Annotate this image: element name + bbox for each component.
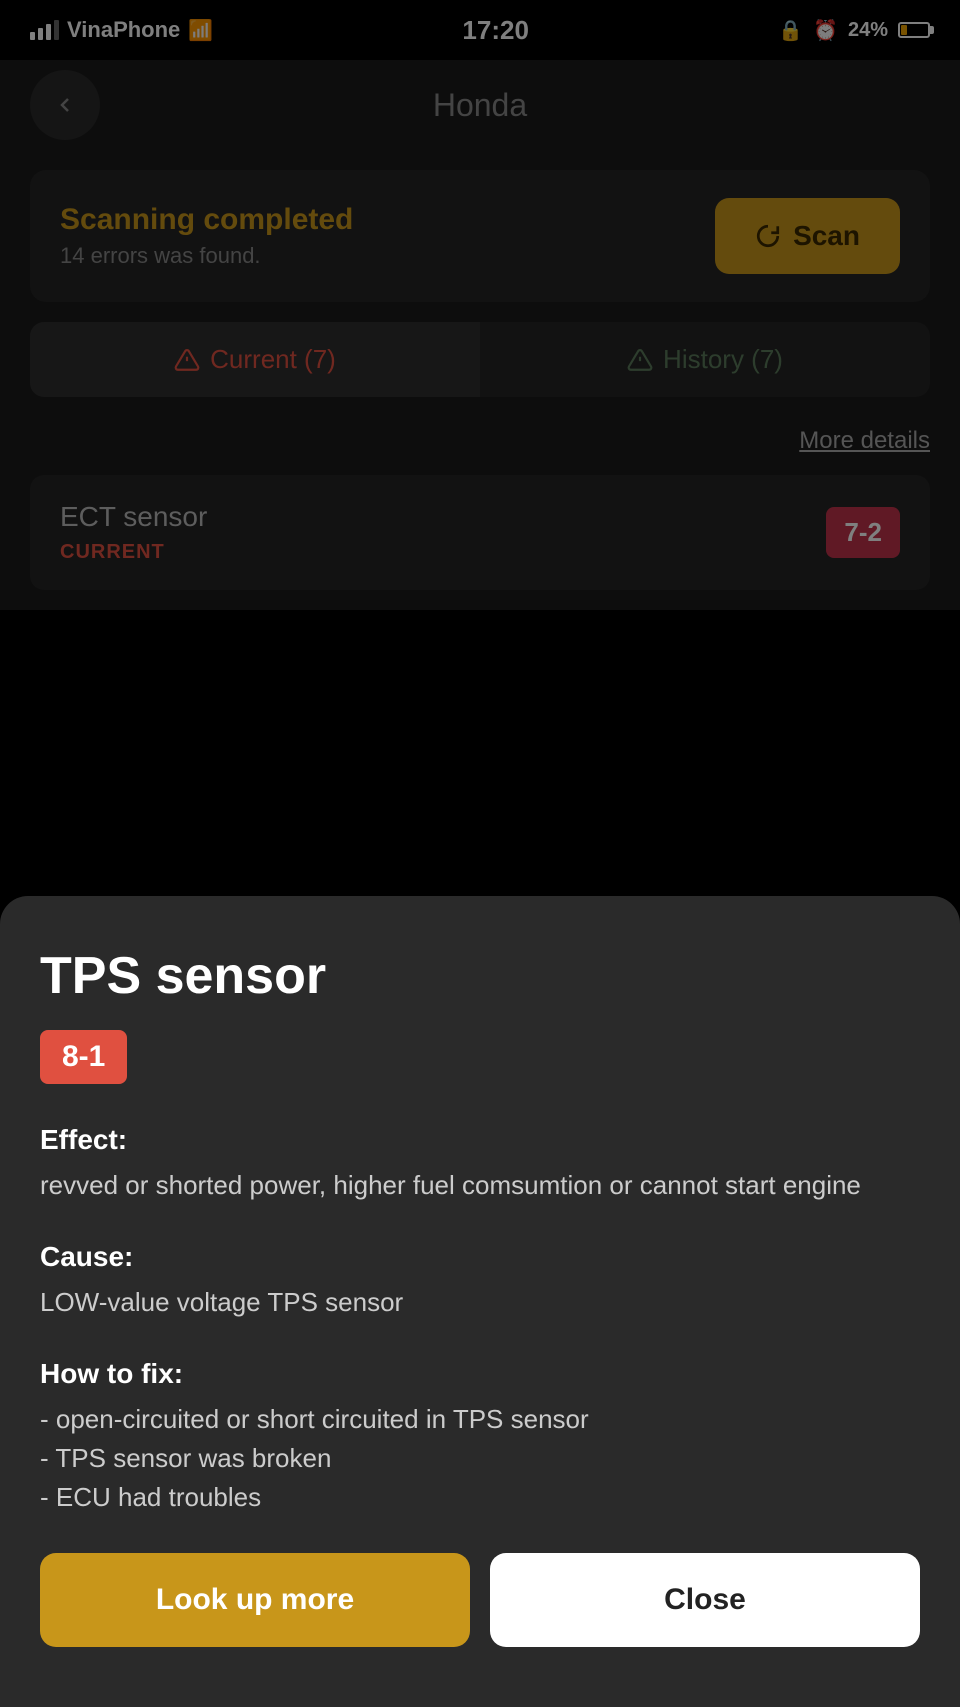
- modal-buttons: Look up more Close: [40, 1553, 920, 1647]
- modal-sheet: TPS sensor 8-1 Effect: revved or shorted…: [0, 896, 960, 1707]
- how-to-fix-title: How to fix:: [40, 1358, 920, 1390]
- effect-body: revved or shorted power, higher fuel com…: [40, 1166, 920, 1205]
- how-to-fix-body: - open-circuited or short circuited in T…: [40, 1400, 920, 1517]
- close-button[interactable]: Close: [490, 1553, 920, 1647]
- modal-code-badge: 8-1: [40, 1030, 127, 1084]
- lookup-button[interactable]: Look up more: [40, 1553, 470, 1647]
- modal-sensor-name: TPS sensor: [40, 946, 920, 1006]
- effect-title: Effect:: [40, 1124, 920, 1156]
- cause-title: Cause:: [40, 1241, 920, 1273]
- cause-body: LOW-value voltage TPS sensor: [40, 1283, 920, 1322]
